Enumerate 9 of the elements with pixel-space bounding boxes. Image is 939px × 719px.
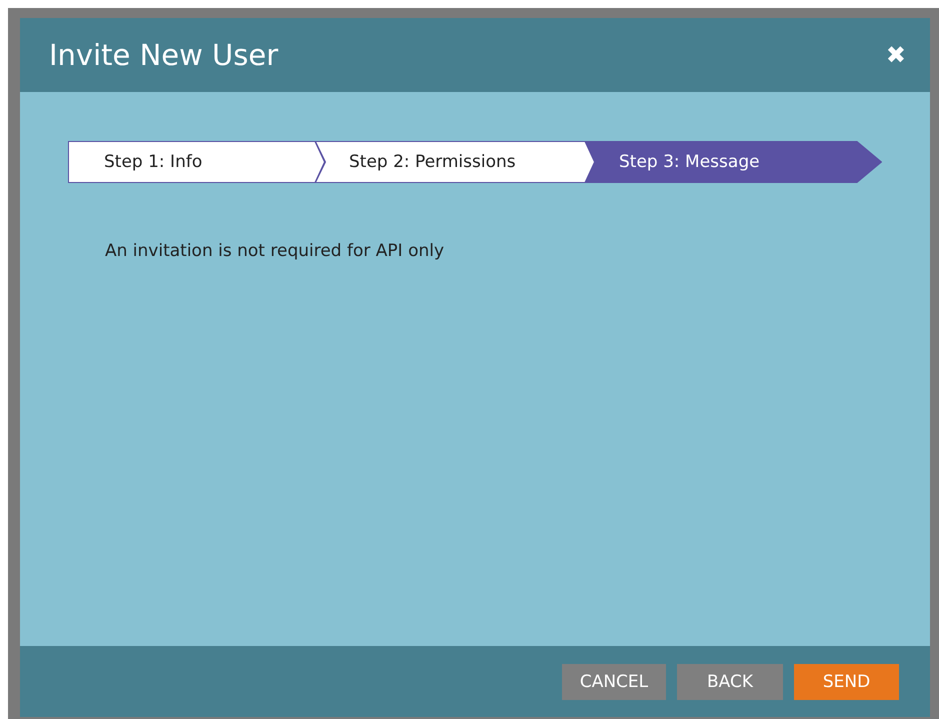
message-text: An invitation is not required for API only [105,241,446,261]
dialog-title: Invite New User [49,38,278,72]
step-tab[interactable]: Step 1: Info [68,141,325,183]
step-tab[interactable]: Step 2: Permissions [315,141,595,183]
dialog-button[interactable]: BACK [677,664,783,700]
dialog-button[interactable]: CANCEL [562,664,666,700]
send-button[interactable]: SEND [794,664,899,700]
step-tab[interactable]: Step 3: Message [585,141,882,183]
close-button[interactable]: ✖ [886,41,906,69]
